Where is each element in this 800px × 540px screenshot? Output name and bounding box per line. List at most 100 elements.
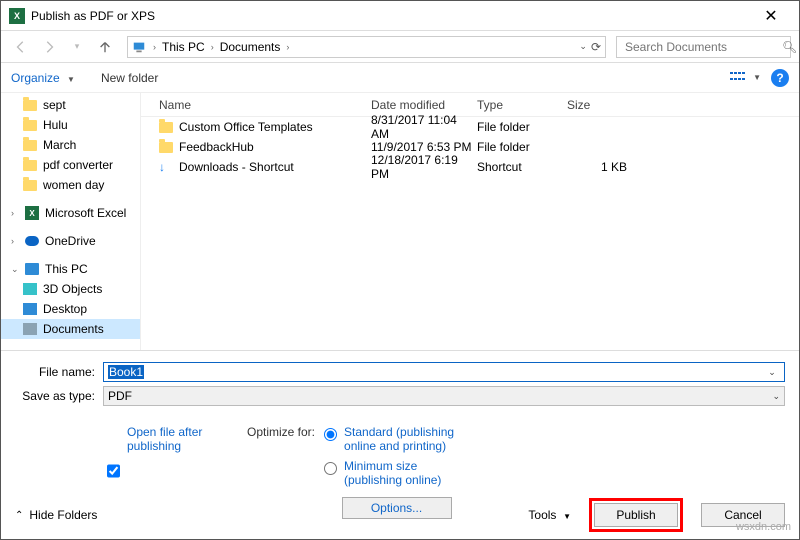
- file-date: 11/9/2017 6:53 PM: [371, 140, 477, 154]
- chevron-right-icon: ›: [283, 42, 292, 52]
- sidebar-item-label: Desktop: [43, 302, 87, 316]
- new-folder-button[interactable]: New folder: [101, 71, 158, 85]
- desktop-icon: [23, 303, 37, 315]
- nav-bar: ▾ › This PC › Documents › ⌄ ⟳ 🔍︎: [1, 31, 799, 63]
- sidebar-item-label: sept: [43, 98, 66, 112]
- save-type-value: PDF: [108, 389, 132, 403]
- column-type[interactable]: Type: [477, 98, 567, 112]
- file-name: FeedbackHub: [179, 140, 254, 154]
- radio-minimum-label: Minimum size (publishing online): [344, 459, 474, 487]
- toolbar: Organize ▼ New folder ▼ ?: [1, 63, 799, 93]
- radio-standard-label: Standard (publishing online and printing…: [344, 425, 474, 453]
- file-name: Downloads - Shortcut: [179, 160, 294, 174]
- sidebar-item-excel[interactable]: › X Microsoft Excel: [1, 203, 140, 223]
- folder-icon: [159, 142, 173, 153]
- recent-dropdown[interactable]: ▾: [65, 35, 89, 59]
- search-icon[interactable]: 🔍︎: [782, 40, 797, 54]
- sidebar-item-sept[interactable]: sept: [1, 95, 140, 115]
- file-row[interactable]: Custom Office Templates 8/31/2017 11:04 …: [141, 117, 799, 137]
- sidebar-item-label: March: [43, 138, 76, 152]
- file-type: Shortcut: [477, 160, 567, 174]
- folder-icon: [23, 100, 37, 111]
- sidebar-item-label: OneDrive: [45, 234, 96, 248]
- sidebar-item-womenday[interactable]: women day: [1, 175, 140, 195]
- radio-standard[interactable]: Standard (publishing online and printing…: [319, 425, 474, 453]
- sidebar-item-pdfconverter[interactable]: pdf converter: [1, 155, 140, 175]
- breadcrumb[interactable]: › This PC › Documents › ⌄ ⟳: [127, 36, 606, 58]
- file-type: File folder: [477, 140, 567, 154]
- pc-icon: [132, 40, 146, 54]
- file-row[interactable]: Downloads - Shortcut 12/18/2017 6:19 PM …: [141, 157, 799, 177]
- column-name[interactable]: Name: [159, 98, 371, 112]
- forward-button[interactable]: [37, 35, 61, 59]
- folder-icon: [23, 120, 37, 131]
- publish-button[interactable]: Publish: [594, 503, 678, 527]
- column-date[interactable]: Date modified: [371, 98, 477, 112]
- help-button[interactable]: ?: [771, 69, 789, 87]
- search-input[interactable]: [623, 39, 782, 55]
- chevron-down-icon: ▼: [753, 73, 761, 82]
- sidebar-item-label: Microsoft Excel: [45, 206, 126, 220]
- sidebar-item-march[interactable]: March: [1, 135, 140, 155]
- save-type-label: Save as type:: [15, 389, 103, 403]
- hide-folders-label: Hide Folders: [29, 508, 97, 522]
- chevron-down-icon[interactable]: ⌄: [764, 367, 780, 378]
- sidebar-item-3dobjects[interactable]: 3D Objects: [1, 279, 140, 299]
- sidebar-item-thispc[interactable]: ⌄ This PC: [1, 259, 140, 279]
- chevron-down-icon: ⌄: [772, 391, 780, 402]
- watermark: wsxdn.com: [736, 521, 791, 533]
- view-button[interactable]: ▼: [730, 72, 761, 84]
- column-size[interactable]: Size: [567, 98, 657, 112]
- sidebar-item-desktop[interactable]: Desktop: [1, 299, 140, 319]
- chevron-right-icon: ›: [208, 42, 217, 52]
- close-button[interactable]: ✕: [751, 2, 791, 30]
- radio-minimum[interactable]: Minimum size (publishing online): [319, 459, 474, 487]
- excel-icon: X: [9, 8, 25, 24]
- window-title: Publish as PDF or XPS: [31, 9, 751, 23]
- back-button[interactable]: [9, 35, 33, 59]
- folder-icon: [23, 160, 37, 171]
- chevron-right-icon: ›: [11, 236, 19, 246]
- file-name: Custom Office Templates: [179, 120, 313, 134]
- sidebar-item-documents[interactable]: Documents: [1, 319, 140, 339]
- view-icon: [730, 72, 746, 84]
- onedrive-icon: [25, 236, 39, 246]
- chevron-up-icon: ⌃: [15, 510, 23, 521]
- sidebar-item-label: This PC: [45, 262, 88, 276]
- sidebar-item-onedrive[interactable]: › OneDrive: [1, 231, 140, 251]
- folder-icon: [23, 140, 37, 151]
- sidebar-item-hulu[interactable]: Hulu: [1, 115, 140, 135]
- shortcut-icon: [159, 160, 173, 174]
- file-date: 12/18/2017 6:19 PM: [371, 153, 477, 181]
- file-type: File folder: [477, 120, 567, 134]
- file-list: Name Date modified Type Size Custom Offi…: [141, 93, 799, 350]
- save-type-select[interactable]: PDF ⌄: [103, 386, 785, 406]
- objects3d-icon: [23, 283, 37, 295]
- sidebar-item-label: women day: [43, 178, 104, 192]
- file-name-input[interactable]: Book1 ⌄: [103, 362, 785, 382]
- organize-menu[interactable]: Organize ▼: [11, 71, 75, 85]
- chevron-down-icon: ⌄: [11, 264, 19, 275]
- breadcrumb-root[interactable]: This PC: [159, 40, 208, 54]
- tools-menu[interactable]: Tools ▼: [528, 508, 571, 522]
- hide-folders-button[interactable]: ⌃ Hide Folders: [15, 508, 97, 522]
- file-size: 1 KB: [567, 160, 657, 174]
- chevron-down-icon: ▼: [67, 75, 75, 84]
- search-box[interactable]: 🔍︎: [616, 36, 791, 58]
- documents-icon: [23, 323, 37, 335]
- footer: ⌃ Hide Folders Tools ▼ Publish Cancel: [1, 491, 799, 539]
- folder-icon: [159, 122, 173, 133]
- refresh-button[interactable]: ⟳: [591, 40, 601, 54]
- breadcrumb-segment[interactable]: Documents: [217, 40, 284, 54]
- sidebar-item-label: Hulu: [43, 118, 68, 132]
- file-date: 8/31/2017 11:04 AM: [371, 113, 477, 141]
- chevron-right-icon: ›: [11, 208, 19, 218]
- file-name-value: Book1: [108, 365, 144, 379]
- highlight-marker: Publish: [589, 498, 683, 532]
- chevron-right-icon: ›: [150, 42, 159, 52]
- file-name-label: File name:: [15, 365, 103, 379]
- breadcrumb-dropdown[interactable]: ⌄: [579, 41, 587, 52]
- chevron-down-icon: ▼: [563, 512, 571, 521]
- excel-icon: X: [25, 206, 39, 220]
- up-button[interactable]: [93, 35, 117, 59]
